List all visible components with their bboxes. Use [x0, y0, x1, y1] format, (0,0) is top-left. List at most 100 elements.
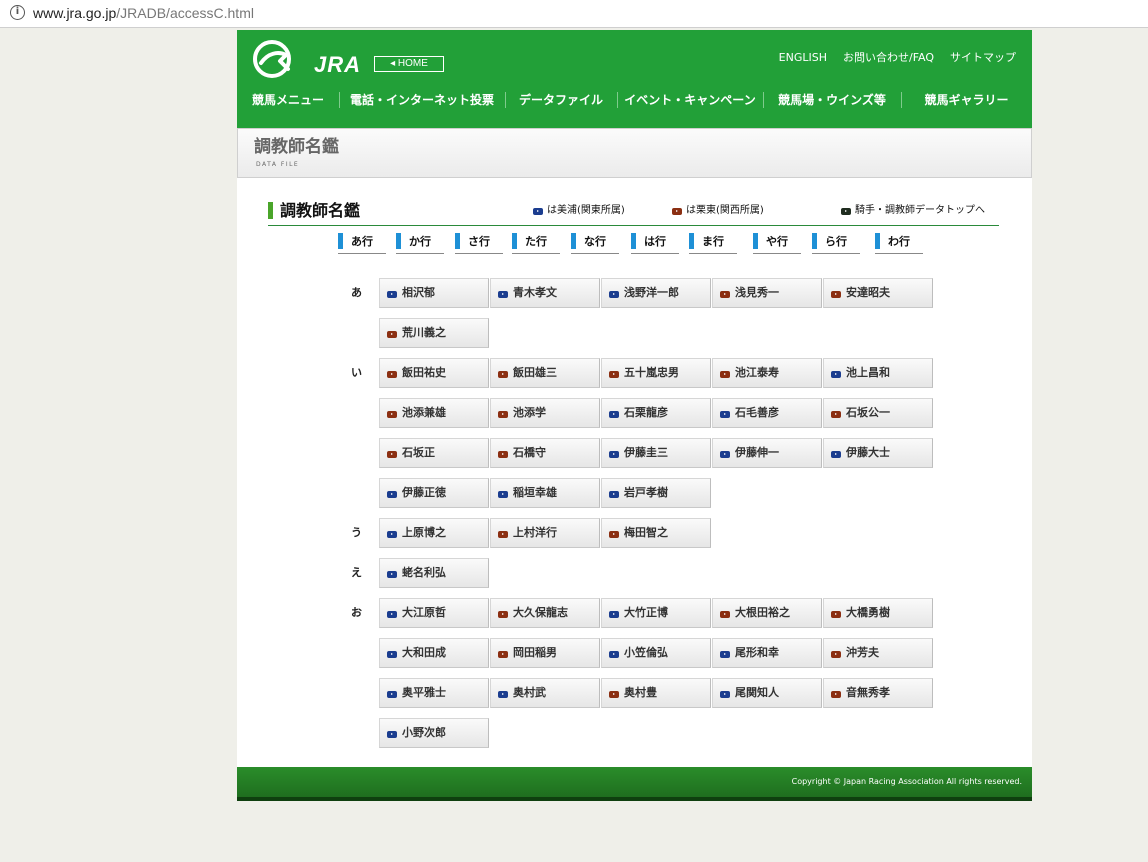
- sitemap-link[interactable]: サイトマップ: [950, 51, 1016, 65]
- tab-ha[interactable]: は行: [631, 232, 679, 254]
- trainer-link[interactable]: 上原博之: [379, 518, 489, 548]
- jra-logo[interactable]: JRA: [252, 39, 360, 79]
- tab-sa[interactable]: さ行: [455, 232, 503, 254]
- ritto-marker-icon: [498, 531, 508, 538]
- home-label: HOME: [397, 58, 428, 69]
- tab-ka[interactable]: か行: [396, 232, 444, 254]
- trainer-link[interactable]: 相沢郁: [379, 278, 489, 308]
- miho-marker-icon: [720, 411, 730, 418]
- ritto-marker-icon: [720, 611, 730, 618]
- trainer-link[interactable]: 伊藤大士: [823, 438, 933, 468]
- trainer-link[interactable]: 浅野洋一郎: [601, 278, 711, 308]
- ritto-marker-icon: [387, 371, 397, 378]
- browser-address-bar[interactable]: i www.jra.go.jp/JRADB/accessC.html: [0, 0, 1148, 28]
- trainer-name: 沖芳夫: [846, 646, 879, 659]
- tab-marker: [753, 233, 758, 249]
- trainer-link[interactable]: 石栗龍彦: [601, 398, 711, 428]
- trainer-link[interactable]: 五十嵐忠男: [601, 358, 711, 388]
- site-header: JRA ◂ HOME ENGLISH お問い合わせ/FAQ サイトマップ 競馬メ…: [237, 30, 1032, 128]
- trainer-name: 奥平雅士: [402, 686, 446, 699]
- trainer-link[interactable]: 石毛善彦: [712, 398, 822, 428]
- tab-label: ま行: [702, 235, 724, 248]
- tab-marker: [338, 233, 343, 249]
- miho-marker-icon: [498, 291, 508, 298]
- ritto-marker-icon: [720, 291, 730, 298]
- trainer-name: 小笠倫弘: [624, 646, 668, 659]
- tab-a[interactable]: あ行: [338, 232, 386, 254]
- miho-marker-icon: [387, 571, 397, 578]
- trainer-link[interactable]: 池添兼雄: [379, 398, 489, 428]
- trainer-name: 音無秀孝: [846, 686, 890, 699]
- trainer-link[interactable]: 稲垣幸雄: [490, 478, 600, 508]
- miho-marker-icon: [498, 691, 508, 698]
- trainer-link[interactable]: 奥村武: [490, 678, 600, 708]
- trainer-name: 大竹正博: [624, 606, 668, 619]
- tab-marker: [396, 233, 401, 249]
- ritto-marker-icon: [498, 651, 508, 658]
- tab-marker: [512, 233, 517, 249]
- trainer-link[interactable]: 青木孝文: [490, 278, 600, 308]
- trainer-name: 大和田成: [402, 646, 446, 659]
- home-button[interactable]: ◂ HOME: [374, 56, 444, 72]
- tab-ta[interactable]: た行: [512, 232, 560, 254]
- tab-label: た行: [525, 235, 547, 248]
- trainer-link[interactable]: 尾形和幸: [712, 638, 822, 668]
- trainer-link[interactable]: 奥平雅士: [379, 678, 489, 708]
- trainer-link[interactable]: 池添学: [490, 398, 600, 428]
- tab-marker: [571, 233, 576, 249]
- trainer-link[interactable]: 蛯名利弘: [379, 558, 489, 588]
- trainer-link[interactable]: 飯田祐史: [379, 358, 489, 388]
- trainer-link[interactable]: 大橋勇樹: [823, 598, 933, 628]
- trainer-link[interactable]: 池江泰寿: [712, 358, 822, 388]
- trainer-link[interactable]: 石坂正: [379, 438, 489, 468]
- miho-marker-icon: [831, 371, 841, 378]
- info-icon[interactable]: i: [10, 5, 25, 20]
- trainer-link[interactable]: 飯田雄三: [490, 358, 600, 388]
- trainer-link[interactable]: 奥村豊: [601, 678, 711, 708]
- trainer-link[interactable]: 岡田稲男: [490, 638, 600, 668]
- trainer-link[interactable]: 荒川義之: [379, 318, 489, 348]
- trainer-link[interactable]: 伊藤圭三: [601, 438, 711, 468]
- tab-ma[interactable]: ま行: [689, 232, 737, 254]
- data-file-subtitle: DATA FILE: [256, 161, 300, 168]
- ritto-marker-icon: [609, 531, 619, 538]
- data-top-link[interactable]: 騎手・調教師データトップへ: [841, 204, 985, 218]
- trainer-link[interactable]: 伊藤正徳: [379, 478, 489, 508]
- trainer-link[interactable]: 小野次郎: [379, 718, 489, 748]
- trainer-link[interactable]: 安達昭夫: [823, 278, 933, 308]
- miho-marker-icon: [831, 451, 841, 458]
- trainer-link[interactable]: 上村洋行: [490, 518, 600, 548]
- tab-ra[interactable]: ら行: [812, 232, 860, 254]
- trainer-link[interactable]: 尾関知人: [712, 678, 822, 708]
- ritto-marker-icon: [498, 411, 508, 418]
- url-field[interactable]: www.jra.go.jp/JRADB/accessC.html: [33, 5, 254, 22]
- trainer-link[interactable]: 梅田智之: [601, 518, 711, 548]
- tab-wa[interactable]: わ行: [875, 232, 923, 254]
- trainer-name: 浅野洋一郎: [624, 286, 679, 299]
- trainer-link[interactable]: 大江原哲: [379, 598, 489, 628]
- url-path: /JRADB/accessC.html: [116, 5, 254, 21]
- tab-ya[interactable]: や行: [753, 232, 801, 254]
- trainer-link[interactable]: 沖芳夫: [823, 638, 933, 668]
- trainer-link[interactable]: 石坂公一: [823, 398, 933, 428]
- trainer-link[interactable]: 大竹正博: [601, 598, 711, 628]
- kana-row-label: い: [351, 366, 362, 379]
- trainer-link[interactable]: 岩戸孝樹: [601, 478, 711, 508]
- faq-link[interactable]: お問い合わせ/FAQ: [843, 51, 934, 65]
- trainer-link[interactable]: 音無秀孝: [823, 678, 933, 708]
- trainer-link[interactable]: 浅見秀一: [712, 278, 822, 308]
- trainer-link[interactable]: 石橋守: [490, 438, 600, 468]
- tab-label: ら行: [825, 235, 847, 248]
- trainer-link[interactable]: 小笠倫弘: [601, 638, 711, 668]
- miho-marker-icon: [720, 451, 730, 458]
- trainer-link[interactable]: 大根田裕之: [712, 598, 822, 628]
- trainer-link[interactable]: 池上昌和: [823, 358, 933, 388]
- tab-na[interactable]: な行: [571, 232, 619, 254]
- trainer-link[interactable]: 大久保龍志: [490, 598, 600, 628]
- trainer-name: 浅見秀一: [735, 286, 779, 299]
- trainer-link[interactable]: 大和田成: [379, 638, 489, 668]
- trainer-name: 奥村武: [513, 686, 546, 699]
- english-link[interactable]: ENGLISH: [779, 51, 827, 65]
- trainer-link[interactable]: 伊藤伸一: [712, 438, 822, 468]
- trainer-name: 伊藤圭三: [624, 446, 668, 459]
